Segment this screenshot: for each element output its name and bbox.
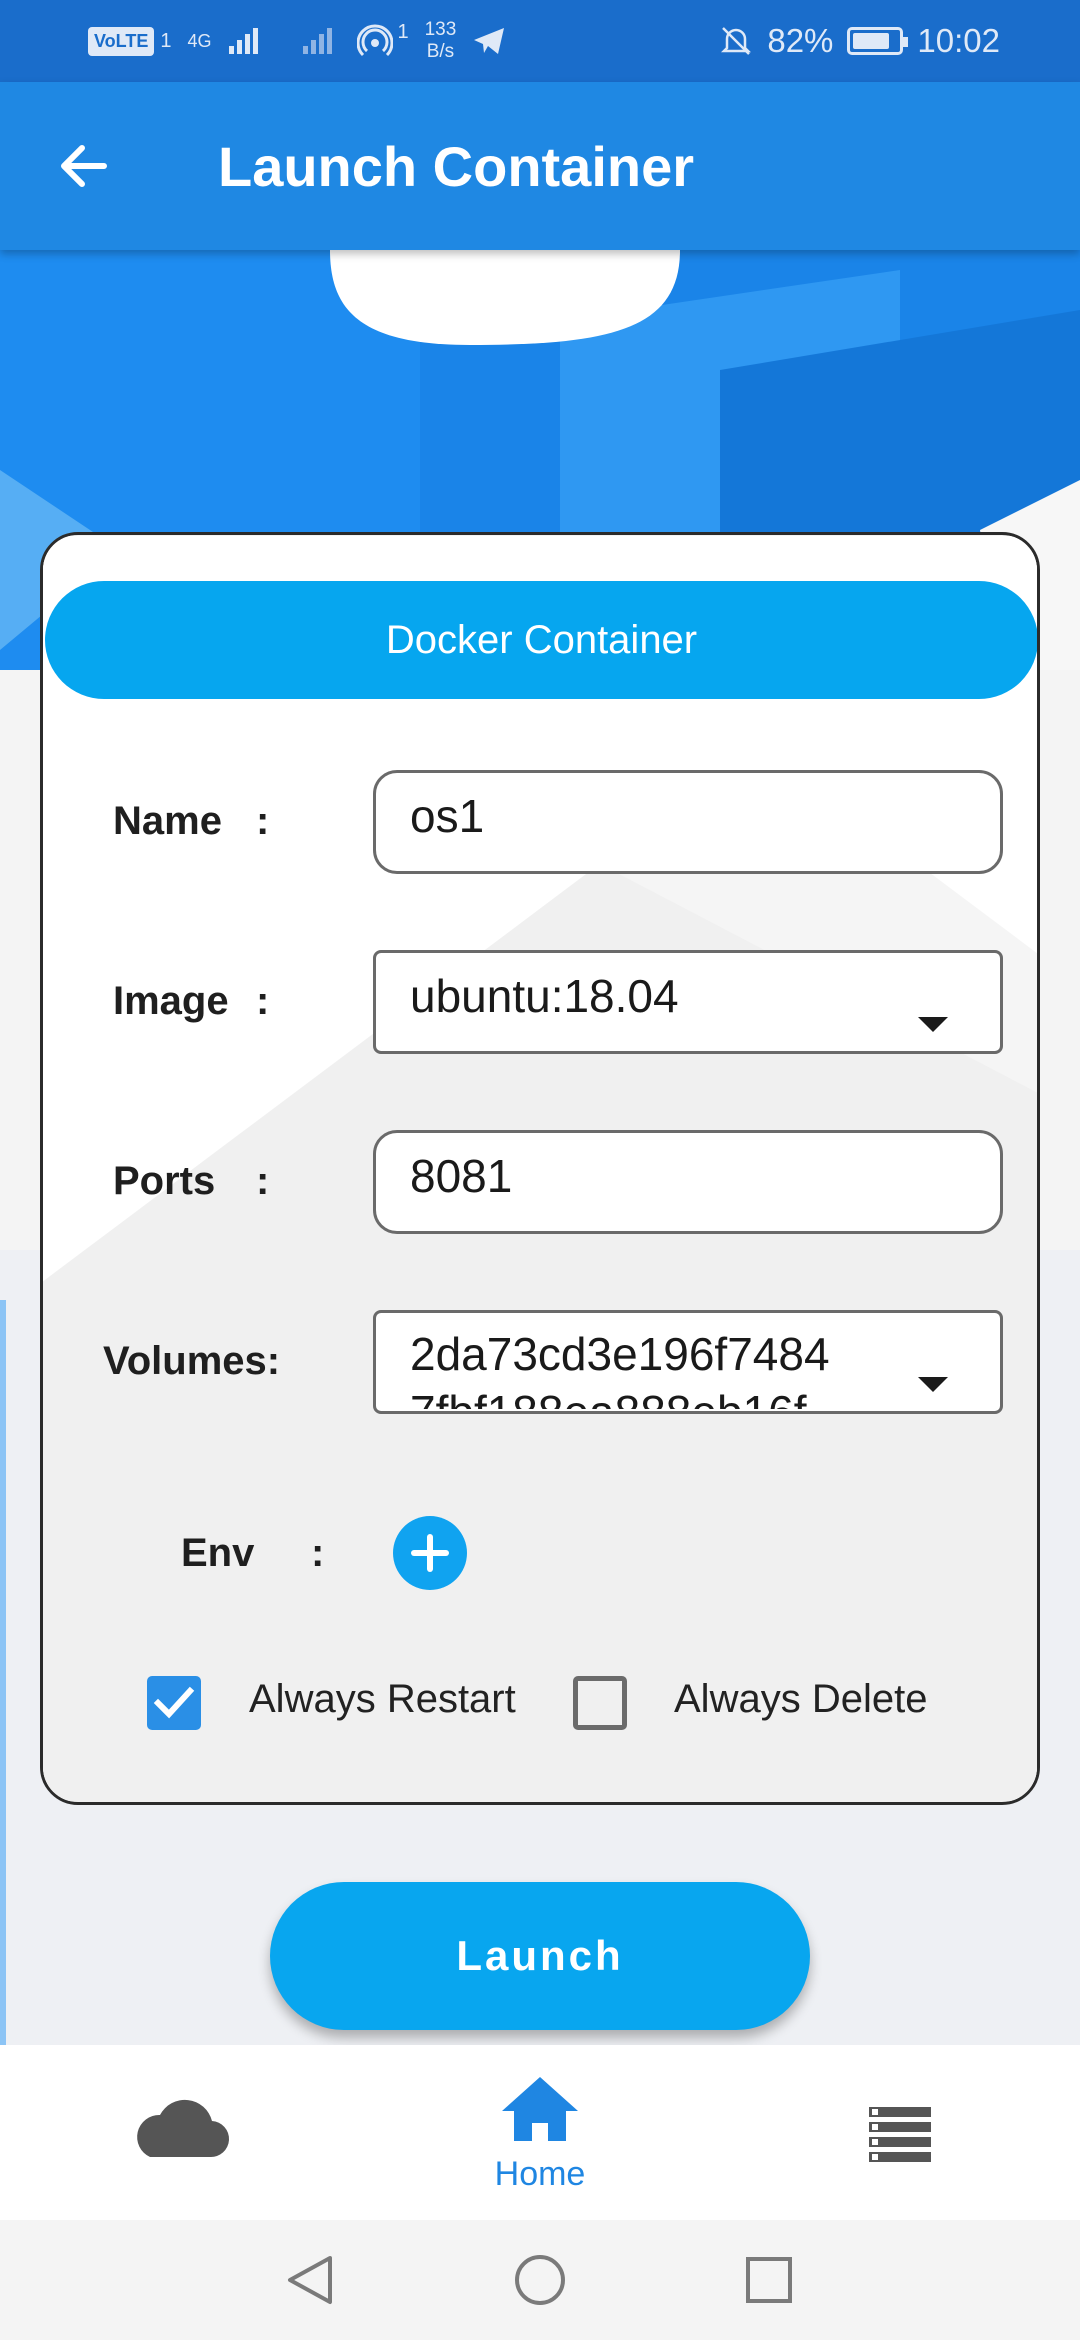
volte-indicator: VoLTE [88, 26, 155, 56]
battery-icon [847, 27, 909, 55]
name-colon: : [256, 799, 270, 843]
volumes-dropdown[interactable]: 2da73cd3e196f7484 7fbf188ea888eb16f [373, 1310, 1003, 1414]
nav-item-storage[interactable] [750, 2045, 1050, 2220]
home-icon [502, 2077, 578, 2141]
env-label: Env [181, 1531, 255, 1575]
launch-button[interactable]: Launch [270, 1882, 810, 2030]
nav-item-home[interactable]: Home [390, 2045, 690, 2220]
nav-label-home: Home [494, 2155, 586, 2193]
container-form-card: Docker Container Name : os1 Image : ubun… [40, 532, 1040, 1805]
telegram-icon [474, 28, 505, 54]
network-type-label: 4G [187, 30, 212, 51]
clock: 10:02 [917, 22, 1000, 59]
signal-strength-2-icon [303, 28, 333, 54]
arrow-left-icon[interactable] [50, 132, 118, 200]
volumes-value-line1: 2da73cd3e196f7484 [410, 1328, 830, 1380]
battery-percentage: 82% [767, 22, 834, 59]
nav-back-icon[interactable] [288, 2256, 332, 2304]
status-bar: VoLTE 1 4G 1 133 B/s 82% 10:02 [0, 0, 1080, 82]
nav-recents-icon[interactable] [746, 2257, 792, 2303]
check-icon [153, 1686, 195, 1719]
signal-strength-icon [229, 28, 259, 54]
hotspot-icon [357, 24, 394, 57]
page-title: Launch Container [218, 134, 695, 198]
sim-slot-label: 1 [160, 29, 172, 52]
image-dropdown-value: ubuntu:18.04 [410, 970, 679, 1022]
always-restart-label: Always Restart [249, 1677, 516, 1721]
volumes-label: Volumes: [103, 1339, 281, 1383]
always-restart-checkbox[interactable] [147, 1676, 201, 1730]
image-dropdown[interactable]: ubuntu:18.04 [373, 950, 1003, 1054]
nav-home-icon[interactable] [515, 2255, 565, 2305]
ports-input[interactable]: 8081 [373, 1130, 1003, 1234]
bottom-navigation: Home [0, 2045, 1080, 2220]
ports-label: Ports [113, 1159, 216, 1203]
name-label: Name [113, 799, 222, 843]
ports-colon: : [256, 1159, 270, 1203]
system-navigation-bar [0, 2220, 1080, 2340]
name-input[interactable]: os1 [373, 770, 1003, 874]
card-header: Docker Container [45, 581, 1037, 699]
always-delete-checkbox[interactable] [573, 1676, 627, 1730]
app-bar: Launch Container [0, 82, 1080, 250]
env-colon: : [311, 1531, 325, 1575]
net-speed: 133 B/s [424, 19, 457, 62]
chevron-down-icon [918, 1377, 948, 1392]
ports-input-value: 8081 [410, 1150, 513, 1202]
chevron-down-icon [918, 1017, 948, 1032]
cloud-icon [137, 2099, 230, 2158]
image-colon: : [256, 979, 270, 1023]
volumes-value-line2: 7fbf188ea888eb16f [410, 1385, 807, 1409]
image-label: Image [113, 979, 229, 1023]
bell-muted-icon [721, 27, 752, 55]
nav-item-cloud[interactable] [30, 2045, 330, 2220]
name-input-value: os1 [410, 790, 485, 842]
add-env-icon[interactable] [393, 1516, 467, 1590]
always-delete-label: Always Delete [674, 1677, 928, 1721]
notification-count: 1 [397, 20, 409, 43]
storage-icon [869, 2107, 931, 2162]
